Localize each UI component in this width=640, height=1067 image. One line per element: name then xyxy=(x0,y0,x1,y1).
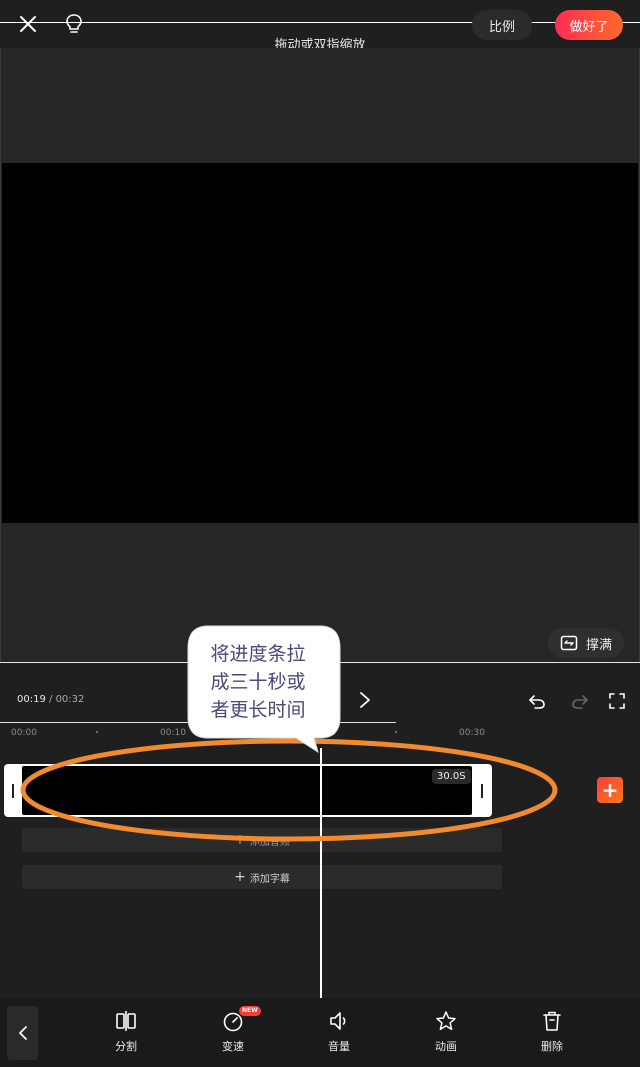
redo-button[interactable] xyxy=(569,690,591,712)
annotation-line: 成三十秒或 xyxy=(210,671,306,693)
ruler-tick-label: 00:20 xyxy=(310,728,336,738)
annotation-text: 将进度条拉 成三十秒或 者更长时间 xyxy=(186,640,330,724)
animation-tool[interactable]: 动画 xyxy=(416,1010,476,1054)
play-button[interactable] xyxy=(355,688,375,712)
time-readout: 00:19 / 00:32 xyxy=(17,694,84,705)
undo-icon xyxy=(529,695,545,709)
ruler-tick-dot xyxy=(395,731,397,733)
top-divider xyxy=(0,22,640,23)
chevron-left-icon xyxy=(18,1026,27,1040)
fill-icon xyxy=(560,635,578,651)
delete-label: 删除 xyxy=(541,1040,563,1053)
close-icon xyxy=(20,16,36,32)
volume-icon xyxy=(330,1012,346,1030)
ruler-tick-label: 00:00 xyxy=(11,728,37,738)
handle-grip xyxy=(481,783,483,798)
split-label: 分割 xyxy=(115,1040,137,1053)
add-text-label: 添加字幕 xyxy=(249,873,290,885)
clip-duration-badge: 30.0S xyxy=(432,769,471,784)
add-text-track[interactable]: + 添加字幕 xyxy=(22,865,502,889)
total-time: 00:32 xyxy=(55,694,85,705)
volume-tool[interactable]: 音量 xyxy=(309,1010,369,1054)
redo-icon xyxy=(572,695,588,709)
ratio-button[interactable]: 比例 xyxy=(472,10,532,40)
plus-icon: + xyxy=(601,778,619,802)
add-audio-track[interactable]: + 添加音频 xyxy=(22,828,502,852)
ruler-tick-dot xyxy=(96,731,98,733)
fill-label: 撑满 xyxy=(585,637,612,653)
volume-label: 音量 xyxy=(328,1040,350,1053)
delete-tool[interactable]: 删除 xyxy=(522,1010,582,1054)
annotation-line: 将进度条拉 xyxy=(210,643,306,665)
split-icon xyxy=(116,1011,136,1031)
done-button[interactable]: 做好了 xyxy=(555,10,623,40)
lightbulb-icon xyxy=(66,14,82,33)
speed-label: 变速 xyxy=(222,1040,244,1053)
undo-button[interactable] xyxy=(526,690,548,712)
plus-icon: + xyxy=(234,869,246,885)
playhead[interactable] xyxy=(320,748,322,998)
plus-icon: + xyxy=(234,832,246,848)
trash-icon xyxy=(543,1011,561,1031)
ruler-tick-label: 00:30 xyxy=(459,728,485,738)
current-time: 00:19 xyxy=(17,694,46,705)
add-audio-label: 添加音频 xyxy=(249,836,290,848)
speed-tool[interactable]: 变速 xyxy=(203,1010,263,1054)
handle-grip xyxy=(12,783,14,798)
ruler-tick-label: 00:10 xyxy=(160,728,186,738)
video-frame[interactable] xyxy=(2,163,638,523)
clip-trim-handle-left[interactable] xyxy=(4,764,22,817)
fill-button[interactable]: 撑满 xyxy=(548,628,624,658)
video-clip[interactable] xyxy=(22,766,472,815)
split-tool[interactable]: 分割 xyxy=(96,1010,156,1054)
animation-label: 动画 xyxy=(435,1040,457,1053)
fullscreen-icon xyxy=(609,693,625,709)
fullscreen-button[interactable] xyxy=(606,690,628,712)
ruler-tick-dot xyxy=(246,731,248,733)
new-badge: NEW xyxy=(239,1006,261,1016)
time-separator: / xyxy=(45,694,56,705)
play-icon xyxy=(360,692,370,708)
star-icon xyxy=(436,1011,456,1031)
clip-trim-handle-right[interactable] xyxy=(472,764,492,817)
add-clip-button[interactable]: + xyxy=(597,777,623,803)
annotation-line: 者更长时间 xyxy=(210,699,306,721)
back-button[interactable] xyxy=(7,1006,38,1060)
